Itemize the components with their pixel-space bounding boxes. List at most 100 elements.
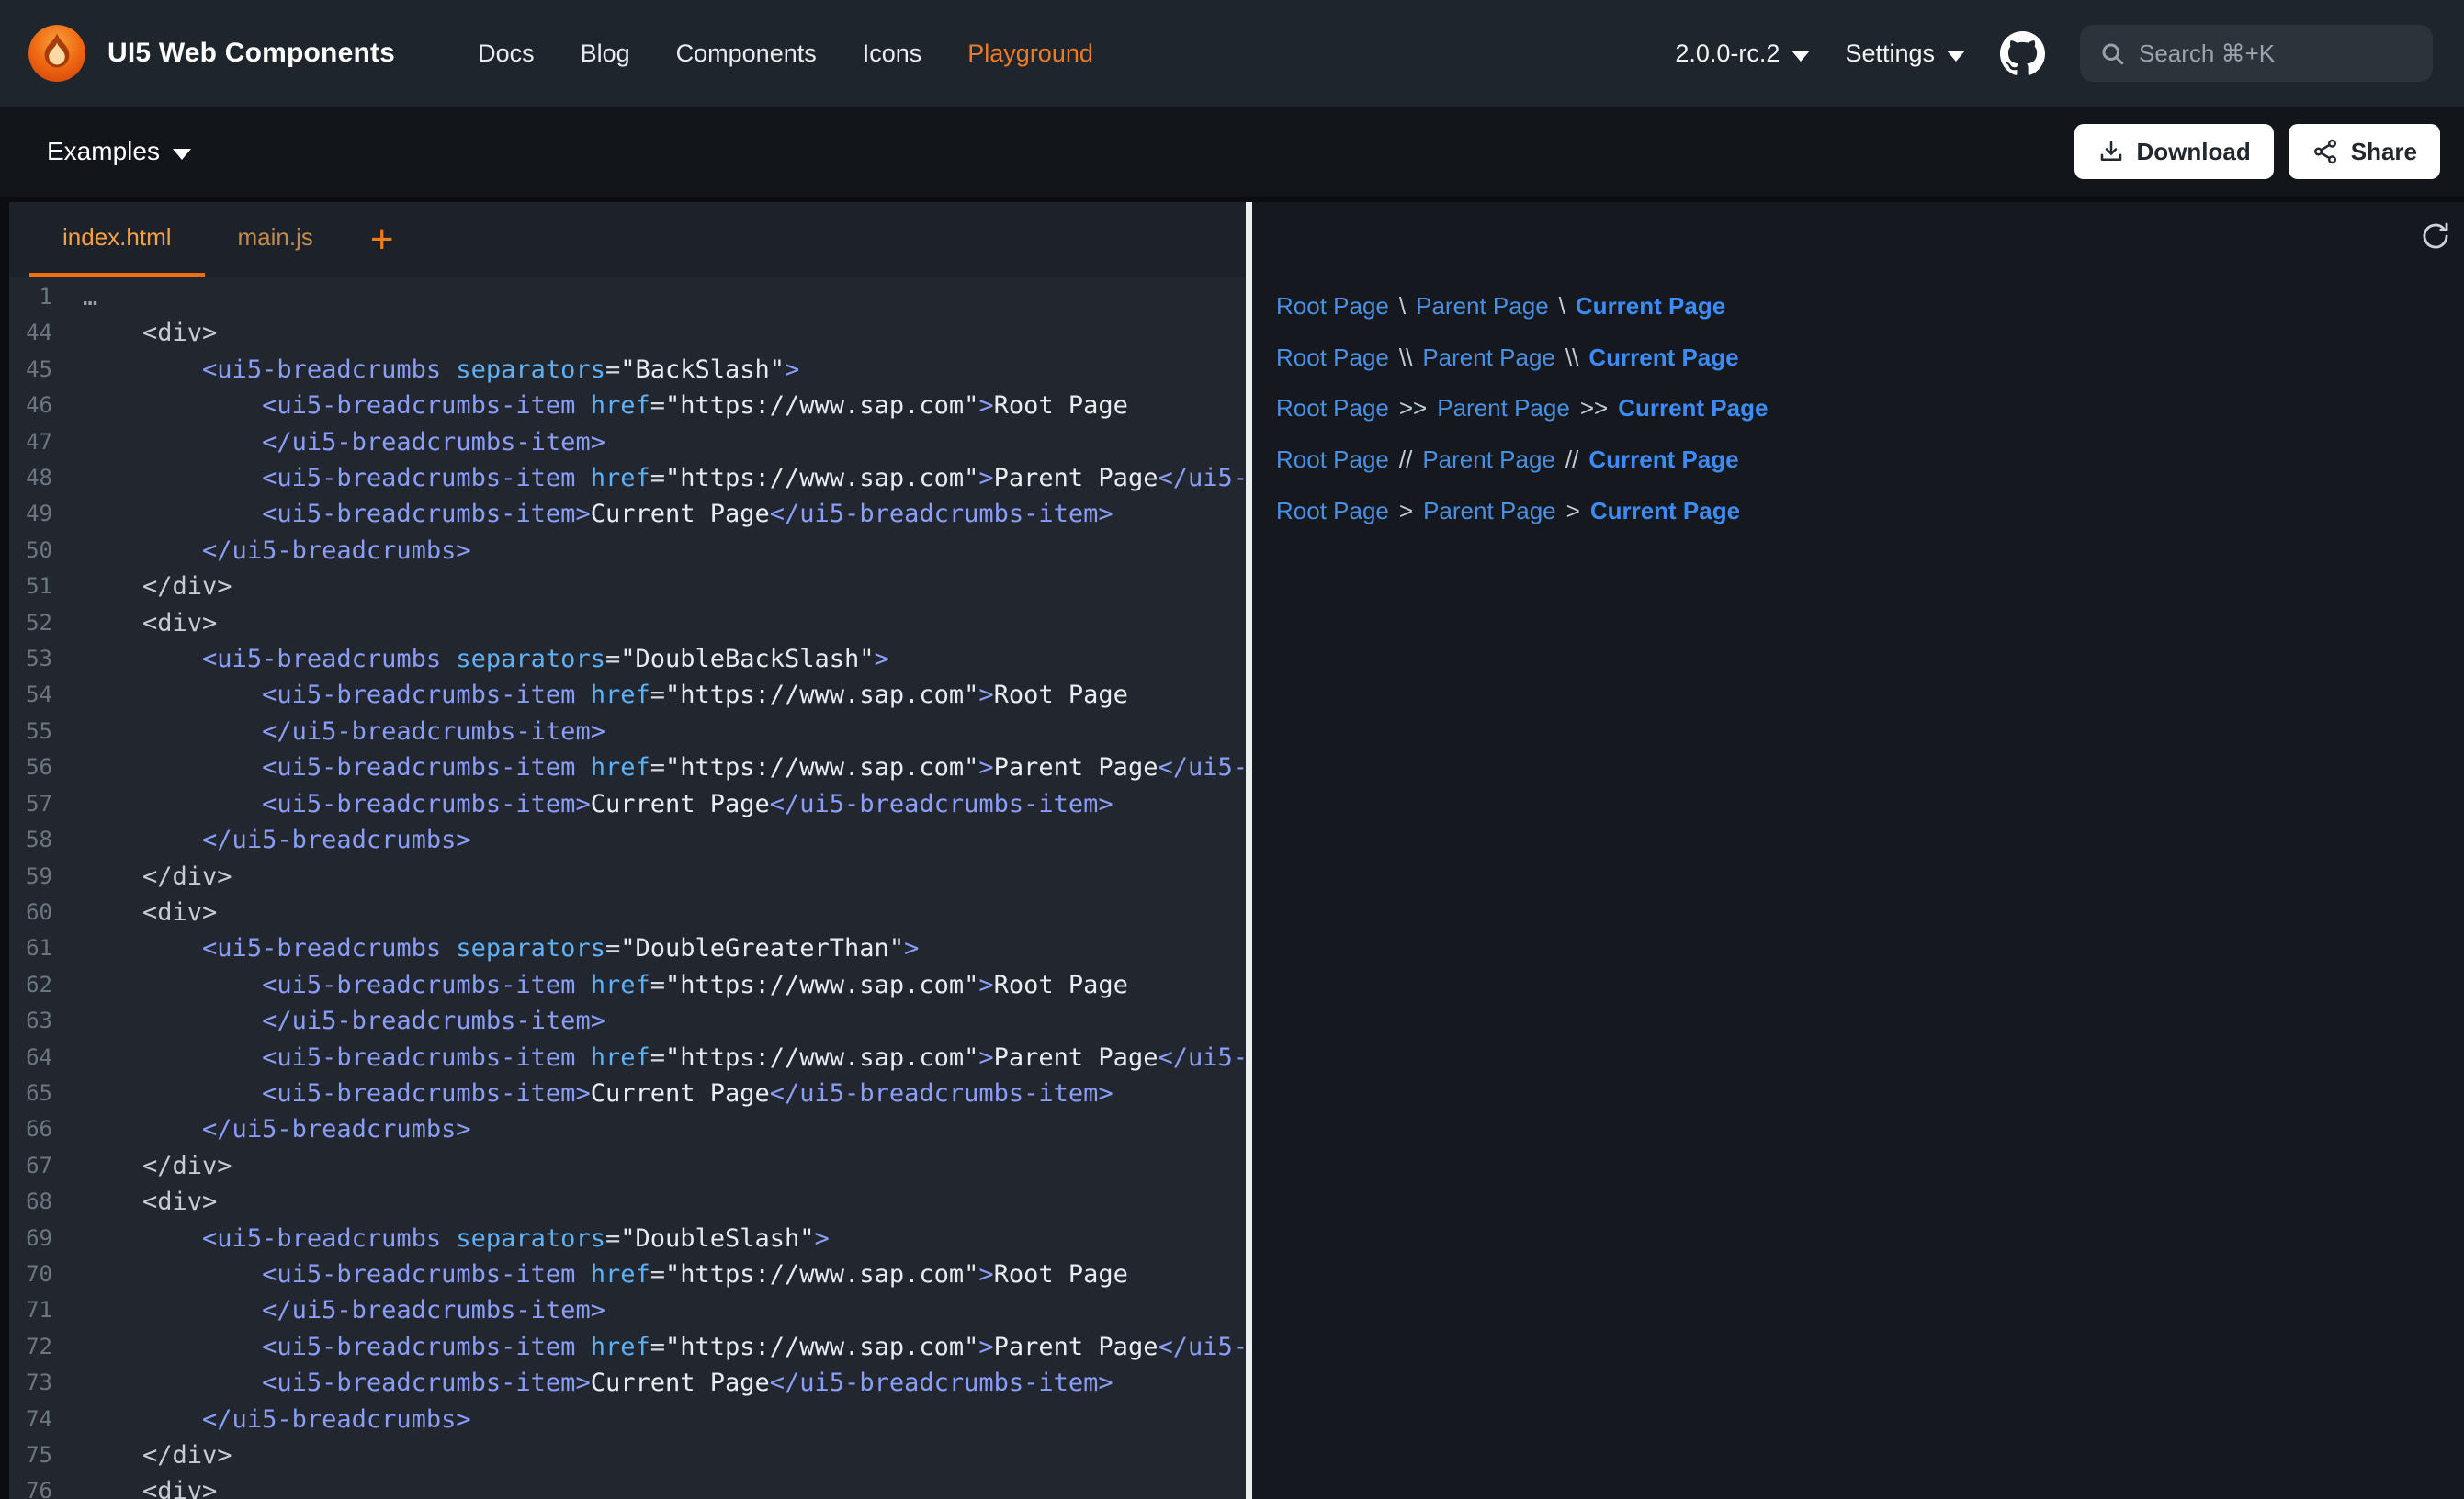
code-line: 67 </div> bbox=[9, 1148, 1246, 1184]
pane-splitter[interactable] bbox=[1246, 202, 1252, 1499]
breadcrumb-link[interactable]: Parent Page bbox=[1437, 394, 1570, 423]
code-line: 70 <ui5-breadcrumbs-item href="https://w… bbox=[9, 1257, 1246, 1292]
code-line-content: </ui5-breadcrumbs> bbox=[83, 1402, 471, 1437]
code-line-content: <ui5-breadcrumbs separators="BackSlash"> bbox=[83, 352, 799, 388]
line-number: 49 bbox=[9, 496, 83, 532]
breadcrumb-separator: > bbox=[1399, 497, 1413, 525]
breadcrumb-link[interactable]: Root Page bbox=[1276, 497, 1389, 525]
code-line: 50 </ui5-breadcrumbs> bbox=[9, 533, 1246, 569]
toolbar-actions: Download Share bbox=[2074, 124, 2440, 179]
code-area[interactable]: 1…44 <div>45 <ui5-breadcrumbs separators… bbox=[9, 277, 1246, 1499]
code-editor-panel: index.htmlmain.js + 1…44 <div>45 <ui5-br… bbox=[9, 202, 1246, 1499]
playground-main: index.htmlmain.js + 1…44 <div>45 <ui5-br… bbox=[0, 197, 2464, 1499]
download-button[interactable]: Download bbox=[2074, 124, 2274, 179]
nav-link-docs[interactable]: Docs bbox=[478, 39, 535, 68]
breadcrumb-link[interactable]: Root Page bbox=[1276, 292, 1389, 321]
breadcrumb: Root Page // Parent Page // Current Page bbox=[1276, 434, 2464, 486]
line-number: 65 bbox=[9, 1076, 83, 1111]
line-number: 60 bbox=[9, 895, 83, 930]
code-line: 59 </div> bbox=[9, 859, 1246, 895]
code-line-content: <div> bbox=[83, 315, 217, 351]
editor-tab-index.html[interactable]: index.html bbox=[29, 202, 205, 277]
breadcrumb-link[interactable]: Parent Page bbox=[1422, 344, 1555, 372]
code-line-content: </ui5-breadcrumbs-item> bbox=[83, 714, 605, 750]
breadcrumb-separator: > bbox=[1566, 497, 1580, 525]
add-tab-button[interactable]: + bbox=[346, 202, 418, 277]
code-line-content: <ui5-breadcrumbs-item>Current Page</ui5-… bbox=[83, 1365, 1113, 1401]
breadcrumb-link[interactable]: Parent Page bbox=[1422, 445, 1555, 474]
breadcrumb-separator: \ bbox=[1399, 292, 1406, 321]
line-number: 1 bbox=[9, 279, 83, 315]
line-number: 76 bbox=[9, 1473, 83, 1499]
github-icon[interactable] bbox=[2000, 31, 2045, 76]
code-line: 69 <ui5-breadcrumbs separators="DoubleSl… bbox=[9, 1221, 1246, 1257]
code-line: 44 <div> bbox=[9, 315, 1246, 351]
code-line: 48 <ui5-breadcrumbs-item href="https://w… bbox=[9, 460, 1246, 496]
editor-tabs: index.htmlmain.js bbox=[29, 202, 346, 277]
code-line: 66 </ui5-breadcrumbs> bbox=[9, 1111, 1246, 1147]
code-line-content: <ui5-breadcrumbs-item href="https://www.… bbox=[83, 1040, 1246, 1076]
breadcrumb-current: Current Page bbox=[1588, 445, 1738, 474]
line-number: 56 bbox=[9, 750, 83, 785]
code-line: 46 <ui5-breadcrumbs-item href="https://w… bbox=[9, 388, 1246, 423]
breadcrumb-current: Current Page bbox=[1618, 394, 1768, 423]
line-number: 44 bbox=[9, 315, 83, 351]
line-number: 63 bbox=[9, 1003, 83, 1039]
breadcrumb-separator: // bbox=[1399, 445, 1412, 474]
search-box[interactable] bbox=[2080, 25, 2433, 82]
code-line-content: <ui5-breadcrumbs-item>Current Page</ui5-… bbox=[83, 786, 1113, 822]
code-line: 1… bbox=[9, 279, 1246, 315]
editor-tabbar: index.htmlmain.js + bbox=[9, 202, 1246, 277]
version-dropdown[interactable]: 2.0.0-rc.2 bbox=[1675, 39, 1810, 68]
line-number: 74 bbox=[9, 1402, 83, 1437]
code-line: 45 <ui5-breadcrumbs separators="BackSlas… bbox=[9, 352, 1246, 388]
nav-link-components[interactable]: Components bbox=[676, 39, 817, 68]
nav-link-blog[interactable]: Blog bbox=[581, 39, 630, 68]
share-button[interactable]: Share bbox=[2289, 124, 2440, 179]
breadcrumb-separator: // bbox=[1565, 445, 1578, 474]
settings-label: Settings bbox=[1845, 39, 1935, 68]
brand[interactable]: UI5 Web Components bbox=[27, 23, 395, 84]
preview-panel: Root Page\Parent Page\Current PageRoot P… bbox=[1252, 202, 2464, 1499]
settings-dropdown[interactable]: Settings bbox=[1845, 39, 1965, 68]
share-icon bbox=[2311, 138, 2339, 165]
line-number: 59 bbox=[9, 859, 83, 895]
breadcrumb-link[interactable]: Parent Page bbox=[1416, 292, 1549, 321]
nav-links: Docs Blog Components Icons Playground bbox=[478, 39, 1093, 68]
code-line-content: <div> bbox=[83, 895, 217, 930]
code-line: 56 <ui5-breadcrumbs-item href="https://w… bbox=[9, 750, 1246, 785]
line-number: 67 bbox=[9, 1148, 83, 1184]
code-line-content: <ui5-breadcrumbs separators="DoubleGreat… bbox=[83, 930, 919, 966]
download-label: Download bbox=[2137, 138, 2251, 166]
line-number: 48 bbox=[9, 460, 83, 496]
line-number: 64 bbox=[9, 1040, 83, 1076]
code-line: 68 <div> bbox=[9, 1184, 1246, 1220]
nav-link-playground[interactable]: Playground bbox=[967, 39, 1093, 68]
code-line-content: </ui5-breadcrumbs> bbox=[83, 822, 471, 858]
breadcrumb-current: Current Page bbox=[1590, 497, 1740, 525]
code-line-content: </div> bbox=[83, 1148, 232, 1184]
refresh-icon[interactable] bbox=[2420, 220, 2451, 252]
code-line-content: <ui5-breadcrumbs-item href="https://www.… bbox=[83, 460, 1246, 496]
code-line: 71 </ui5-breadcrumbs-item> bbox=[9, 1292, 1246, 1328]
examples-dropdown[interactable]: Examples bbox=[47, 137, 191, 166]
breadcrumb-separator: \\ bbox=[1565, 344, 1578, 372]
code-line: 73 <ui5-breadcrumbs-item>Current Page</u… bbox=[9, 1365, 1246, 1401]
line-number: 73 bbox=[9, 1365, 83, 1401]
code-line: 61 <ui5-breadcrumbs separators="DoubleGr… bbox=[9, 930, 1246, 966]
breadcrumb-link[interactable]: Root Page bbox=[1276, 344, 1389, 372]
code-line: 62 <ui5-breadcrumbs-item href="https://w… bbox=[9, 967, 1246, 1003]
search-input[interactable] bbox=[2139, 39, 2414, 68]
code-line-content: </ui5-breadcrumbs> bbox=[83, 533, 471, 569]
breadcrumb-link[interactable]: Root Page bbox=[1276, 394, 1389, 423]
editor-tab-main.js[interactable]: main.js bbox=[205, 202, 346, 277]
nav-link-icons[interactable]: Icons bbox=[863, 39, 922, 68]
breadcrumb-link[interactable]: Parent Page bbox=[1423, 497, 1556, 525]
breadcrumb-link[interactable]: Root Page bbox=[1276, 445, 1389, 474]
code-line-content: <ui5-breadcrumbs-item href="https://www.… bbox=[83, 388, 1128, 423]
line-number: 75 bbox=[9, 1437, 83, 1473]
download-icon bbox=[2097, 138, 2125, 165]
line-number: 62 bbox=[9, 967, 83, 1003]
code-line-content: … bbox=[83, 279, 97, 315]
breadcrumb: Root Page>>Parent Page>>Current Page bbox=[1276, 383, 2464, 434]
